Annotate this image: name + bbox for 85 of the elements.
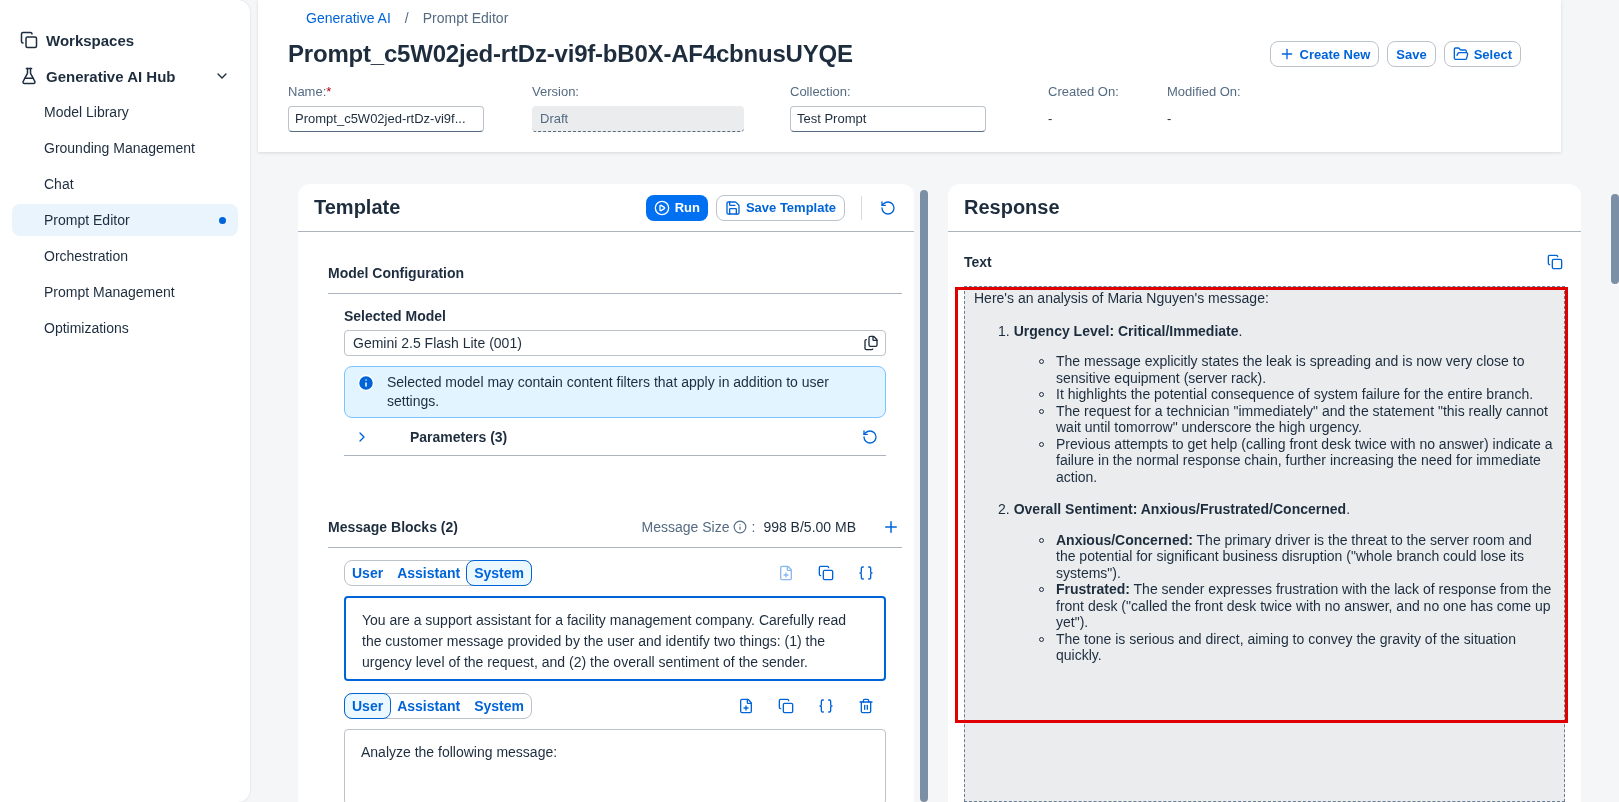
required-mark: * (326, 84, 332, 99)
info-icon (357, 374, 375, 392)
field-value: - (1048, 110, 1054, 128)
size-label: Message Size (641, 518, 730, 535)
sidebar-item[interactable]: Workspaces (12, 22, 238, 58)
size-value: 998 B/5.00 MB (763, 518, 856, 535)
section-heading: Message Blocks (2) (328, 518, 458, 535)
breadcrumb-separator: / (404, 10, 409, 26)
reset-icon (880, 199, 896, 216)
copy-icon (778, 698, 794, 714)
sidebar-item[interactable]: Grounding Management (12, 132, 238, 164)
response-bullet: Frustrated: The sender expresses frustration with the lack of response from the front desk ("called the front desk twice with no answer, and no one has come up yet"). (1056, 581, 1553, 631)
field-label: Selected Model (344, 308, 447, 324)
response-bullet: The tone is serious and direct, aiming to convey the gravity of the situation quickly. (1056, 630, 1517, 664)
field-label: Modified On: (1167, 84, 1241, 99)
model-select[interactable]: Gemini 2.5 Flash Lite (001) (344, 330, 886, 356)
field-label: Collection: (790, 84, 851, 99)
sidebar-item[interactable]: Chat (12, 168, 238, 200)
readonly-field: Draft (532, 106, 744, 132)
copy-button[interactable] (776, 696, 796, 716)
field-label: Name: (288, 84, 327, 99)
field-label: Text (964, 254, 992, 270)
stacked-squares-icon (20, 31, 38, 49)
selected-dot (219, 216, 226, 224)
response-heading: Overall Sentiment: Anxious/Frustrated/Concerned. (1013, 501, 1351, 518)
card-title: Template (314, 196, 401, 219)
input-field[interactable]: Prompt_c5W02jed-rtDz-vi9f... (288, 106, 484, 132)
flask-icon (20, 67, 38, 85)
response-bullet: Previous attempts to get help (calling front desk twice with no answer) indicate a failure in the normal response chain, further increasing the need for immediate action. (1056, 435, 1554, 485)
save-template-button[interactable]: Save Template (715, 194, 845, 221)
add-file-icon (778, 565, 794, 581)
list-number: 1. (998, 322, 1010, 339)
reset-icon (862, 428, 878, 445)
folder-icon (1452, 46, 1469, 62)
role-tab[interactable]: User (344, 560, 392, 586)
sidebar-item[interactable]: Model Library (12, 96, 238, 128)
value-help-icon (863, 335, 879, 351)
section-heading: Model Configuration (328, 264, 465, 281)
response-heading: Urgency Level: Critical/Immediate. (1013, 322, 1243, 339)
sidebar-item[interactable]: Prompt Management (12, 276, 238, 308)
page-title: Prompt_c5W02jed-rtDz-vi9f-bB0X-AF4cbnusUYQE (288, 40, 853, 68)
parameters-panel[interactable]: Parameters (3) (344, 418, 886, 456)
run-button[interactable]: Run (645, 194, 708, 221)
message-field[interactable]: Analyze the following message: (344, 729, 886, 802)
play-icon (653, 199, 670, 216)
save-icon (724, 199, 741, 216)
info-icon (733, 519, 748, 534)
response-intro: Here's an analysis of Maria Nguyen's message: (974, 290, 1270, 307)
role-tab[interactable]: Assistant (389, 693, 469, 719)
breadcrumb-current: Prompt Editor (422, 10, 509, 26)
scrollbar[interactable] (1611, 194, 1619, 284)
trash-icon (858, 698, 874, 714)
input-field[interactable]: Test Prompt (790, 106, 986, 132)
role-tab[interactable]: User (344, 693, 392, 719)
sidebar-item[interactable]: Prompt Editor (12, 204, 238, 236)
info-message: Selected model may contain content filters that apply in addition to user settings. (344, 366, 886, 418)
response-bullet: Anxious/Concerned: The primary driver is the threat to the server room and the potential for significant business disruption ("whole branch could lose its systems"). (1056, 531, 1533, 581)
sidebar-item[interactable]: Optimizations (12, 312, 238, 344)
braces-icon (858, 565, 874, 581)
sidebar-item[interactable]: Generative AI Hub (12, 58, 238, 94)
role-tab[interactable]: Assistant (389, 560, 469, 586)
list-number: 2. (998, 501, 1010, 518)
scrollbar[interactable] (920, 190, 928, 802)
role-tab[interactable]: System (466, 693, 532, 719)
header-button[interactable]: Create New (1269, 41, 1380, 67)
field-value: - (1167, 110, 1173, 128)
copy-icon (1547, 254, 1563, 270)
field-label: Created On: (1048, 84, 1119, 99)
copy-button[interactable] (816, 563, 836, 583)
breadcrumb-link[interactable]: Generative AI (306, 10, 391, 26)
response-bullet: The message explicitly states the leak is spreading and is now very close to sensitive equipment (server rack). (1056, 353, 1526, 386)
role-tab[interactable]: System (466, 560, 532, 586)
header-button[interactable]: Select (1443, 41, 1521, 67)
header-button[interactable]: Save (1387, 41, 1436, 67)
copy-button[interactable] (1545, 252, 1565, 272)
field-label: Version: (532, 84, 579, 99)
card-title: Response (964, 196, 1060, 219)
braces-icon (818, 698, 834, 714)
message-field[interactable]: You are a support assistant for a facility management company. Carefully read the customer message provided by the user and identify two things: (1) the urgency level of the request, and (2) the overall sentiment of the sender. (344, 596, 886, 681)
size-separator: : (751, 518, 756, 535)
response-bullet: It highlights the potential consequence of system failure for the entire branch. (1056, 386, 1534, 403)
add-file-icon (738, 698, 754, 714)
sidebar-item[interactable]: Orchestration (12, 240, 238, 272)
response-bullet: The request for a technician "immediately" and the statement "this really cannot wait until tomorrow" underscore the high urgency. (1056, 402, 1549, 436)
copy-icon (818, 565, 834, 581)
